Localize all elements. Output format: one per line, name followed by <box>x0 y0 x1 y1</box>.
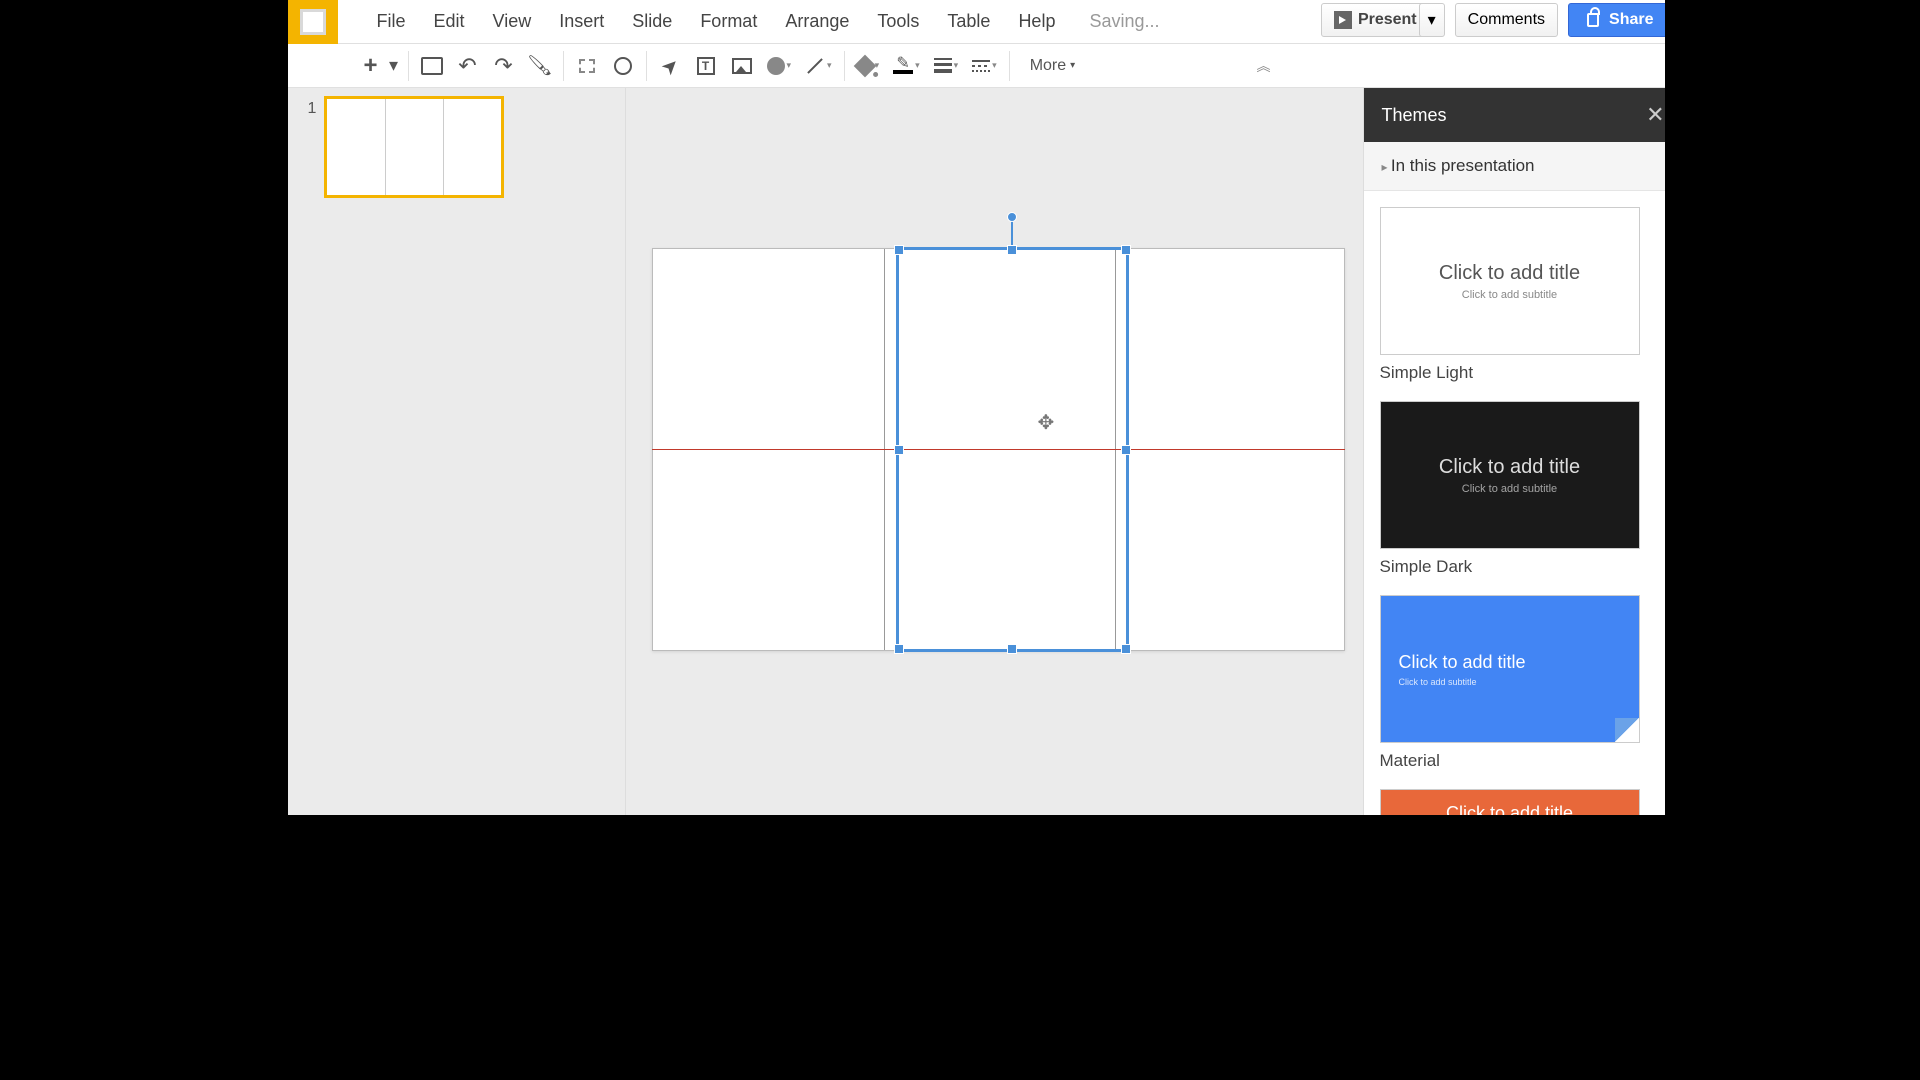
border-dash-button[interactable] <box>966 49 1003 83</box>
resize-handle-mr[interactable] <box>1121 445 1131 455</box>
collapse-toolbar-button[interactable]: ︽ <box>1257 56 1271 76</box>
menu-edit[interactable]: Edit <box>420 0 479 44</box>
workspace: 1 ✥ <box>238 88 1683 815</box>
theme-preview: Click to add title Click to add subtitle <box>1380 207 1640 355</box>
present-button[interactable]: Present <box>1321 3 1430 37</box>
theme-orange[interactable]: Click to add title <box>1380 789 1667 815</box>
theme-label: Simple Light <box>1380 363 1667 383</box>
lock-icon <box>1587 13 1599 27</box>
menu-arrange[interactable]: Arrange <box>771 0 863 44</box>
menu-view[interactable]: View <box>479 0 546 44</box>
close-themes-button[interactable]: ✕ <box>1646 102 1664 128</box>
slides-logo-icon[interactable] <box>288 0 338 44</box>
zoom-button[interactable] <box>606 49 640 83</box>
app-window: File Edit View Insert Slide Format Arran… <box>238 0 1683 815</box>
menu-format[interactable]: Format <box>686 0 771 44</box>
border-weight-button[interactable] <box>928 49 965 83</box>
resize-handle-tl[interactable] <box>894 245 904 255</box>
resize-handle-tr[interactable] <box>1121 245 1131 255</box>
play-icon <box>1334 11 1352 29</box>
themes-section-header[interactable]: In this presentation <box>1364 142 1683 191</box>
fill-color-button[interactable] <box>851 49 886 83</box>
save-status: Saving... <box>1089 11 1159 32</box>
menu-insert[interactable]: Insert <box>545 0 618 44</box>
selection-box[interactable] <box>896 247 1129 652</box>
theme-preview: Click to add title Click to add subtitle <box>1380 401 1640 549</box>
theme-material[interactable]: Click to add title Click to add subtitle… <box>1380 595 1667 771</box>
paint-format-button[interactable]: 🖌 <box>523 49 557 83</box>
textbox-icon: T <box>697 57 715 75</box>
themes-list[interactable]: Click to add title Click to add subtitle… <box>1364 191 1683 815</box>
canvas[interactable]: ✥ <box>626 88 1363 815</box>
rotation-handle[interactable] <box>1007 212 1017 222</box>
toolbar-more-button[interactable]: More▾ <box>1016 57 1089 75</box>
fill-icon <box>853 54 876 77</box>
share-button[interactable]: Share <box>1568 3 1672 37</box>
themes-panel-header: Themes ✕ <box>1364 88 1683 142</box>
filmstrip[interactable]: 1 <box>288 88 626 815</box>
shape-icon <box>767 57 785 75</box>
border-color-button[interactable]: ✎ <box>887 49 926 83</box>
fit-icon <box>579 59 595 73</box>
resize-handle-bm[interactable] <box>1007 644 1017 654</box>
fold-corner-icon <box>1615 718 1639 742</box>
line-icon <box>807 58 823 74</box>
print-button[interactable] <box>415 49 449 83</box>
select-tool[interactable]: ➤ <box>645 41 693 89</box>
rotation-stem <box>1011 220 1013 248</box>
move-cursor-icon: ✥ <box>1038 410 1055 435</box>
right-button-group: Present ▾ Comments Share <box>1321 3 1673 37</box>
image-tool[interactable] <box>725 49 759 83</box>
thumbnail-preview[interactable] <box>324 96 504 198</box>
toolbar: + ▾ ↶ ↷ 🖌 ➤ T ✎ More▾ ︽ <box>238 44 1683 88</box>
menu-file[interactable]: File <box>363 0 420 44</box>
resize-handle-br[interactable] <box>1121 644 1131 654</box>
present-dropdown[interactable]: ▾ <box>1419 3 1445 37</box>
themes-title: Themes <box>1382 105 1447 126</box>
menu-table[interactable]: Table <box>933 0 1004 44</box>
image-icon <box>732 58 752 74</box>
redo-button[interactable]: ↷ <box>487 49 521 83</box>
theme-simple-dark[interactable]: Click to add title Click to add subtitle… <box>1380 401 1667 577</box>
border-color-icon: ✎ <box>893 56 913 76</box>
new-slide-button[interactable]: + <box>358 49 384 83</box>
new-slide-dropdown[interactable]: ▾ <box>386 49 402 83</box>
letterbox-left <box>238 0 288 815</box>
shape-tool[interactable] <box>761 49 798 83</box>
theme-label: Simple Dark <box>1380 557 1667 577</box>
resize-handle-ml[interactable] <box>894 445 904 455</box>
fit-button[interactable] <box>570 49 604 83</box>
menubar: File Edit View Insert Slide Format Arran… <box>238 0 1683 44</box>
border-dash-icon <box>972 60 990 72</box>
theme-label: Material <box>1380 751 1667 771</box>
comments-button[interactable]: Comments <box>1455 3 1558 37</box>
zoom-icon <box>614 57 632 75</box>
themes-panel: Themes ✕ In this presentation Click to a… <box>1363 88 1683 815</box>
theme-preview: Click to add title Click to add subtitle <box>1380 595 1640 743</box>
theme-preview: Click to add title <box>1380 789 1640 815</box>
menu-slide[interactable]: Slide <box>618 0 686 44</box>
border-weight-icon <box>934 58 952 73</box>
menu-tools[interactable]: Tools <box>863 0 933 44</box>
letterbox-right <box>1665 0 1683 815</box>
line-tool[interactable] <box>799 49 838 83</box>
undo-button[interactable]: ↶ <box>451 49 485 83</box>
slide-thumbnail-1[interactable]: 1 <box>288 96 625 198</box>
resize-handle-tm[interactable] <box>1007 245 1017 255</box>
menu-help[interactable]: Help <box>1004 0 1069 44</box>
theme-simple-light[interactable]: Click to add title Click to add subtitle… <box>1380 207 1667 383</box>
print-icon <box>421 57 443 75</box>
slide-number: 1 <box>308 96 317 198</box>
resize-handle-bl[interactable] <box>894 644 904 654</box>
